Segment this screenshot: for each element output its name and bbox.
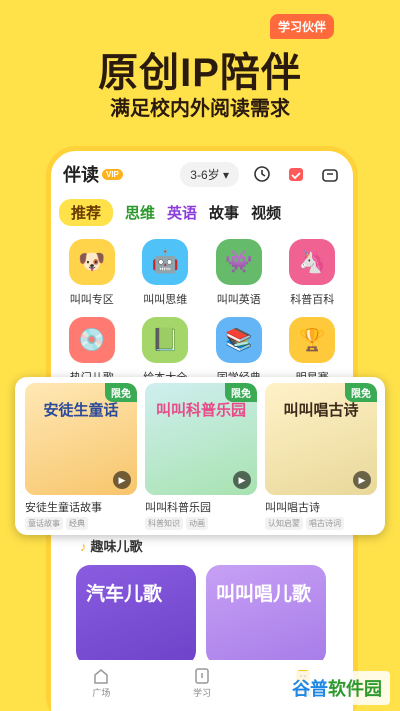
classic-books-icon: 📚 <box>215 317 262 363</box>
card-thumbnail: 安徒生童话 限免 ▶ <box>25 383 137 495</box>
home-icon <box>94 669 109 684</box>
robot-mascot-icon: 🤖 <box>142 239 189 285</box>
vip-badge: VIP <box>102 168 123 180</box>
nav-study[interactable]: 学习 <box>192 666 212 699</box>
app-header: 伴读 VIP 3-6岁 ▾ <box>51 151 353 197</box>
pink-creature-icon: 🦄 <box>289 239 336 285</box>
tag: 动画 <box>186 517 208 530</box>
tab-story[interactable]: 故事 <box>209 202 239 223</box>
grid-item-hot-songs[interactable]: 💿 热门儿歌 <box>55 317 129 385</box>
calendar-check-icon[interactable] <box>285 163 307 185</box>
banner-sing-songs[interactable]: 叫叫唱儿歌 <box>206 565 326 665</box>
music-disc-icon: 💿 <box>68 317 115 363</box>
featured-card-poems[interactable]: 叫叫唱古诗 限免 ▶ 叫叫唱古诗 认知启蒙 唱古诗词 <box>265 383 377 530</box>
free-badge: 限免 <box>345 383 377 402</box>
nav-square[interactable]: 广场 <box>91 666 111 699</box>
picture-book-icon: 📗 <box>142 317 189 363</box>
dog-mascot-icon: 🐶 <box>68 239 115 285</box>
tag: 认知启蒙 <box>265 517 303 530</box>
grid-item-classics[interactable]: 📚 国学经典 <box>202 317 276 385</box>
category-tabs: 推荐 思维 英语 故事 视频 <box>51 197 353 227</box>
tag: 童话故事 <box>25 517 63 530</box>
section-title: ♪ 趣味儿歌 <box>80 539 143 554</box>
tab-video[interactable]: 视频 <box>251 202 281 223</box>
tab-thinking[interactable]: 思维 <box>125 202 155 223</box>
music-note-icon: ♪ <box>80 539 87 554</box>
play-icon: ▶ <box>113 471 131 489</box>
free-badge: 限免 <box>225 383 257 402</box>
card-thumbnail: 叫叫唱古诗 限免 ▶ <box>265 383 377 495</box>
feature-grid: 🐶 叫叫专区 🤖 叫叫思维 👾 叫叫英语 🦄 科普百科 💿 热门儿歌 📗 绘本大… <box>51 227 353 385</box>
grid-item-picture-books[interactable]: 📗 绘本大全 <box>129 317 203 385</box>
promo-subline: 满足校内外阅读需求 <box>110 98 290 120</box>
featured-card-science-park[interactable]: 叫叫科普乐园 限免 ▶ 叫叫科普乐园 科普知识 动画 <box>145 383 257 530</box>
play-icon: ▶ <box>233 471 251 489</box>
play-icon: ▶ <box>353 471 371 489</box>
grid-item-star-contest[interactable]: 🏆 明星赛 <box>276 317 350 385</box>
tag: 唱古诗词 <box>306 517 344 530</box>
app-title: 伴读 <box>63 165 99 185</box>
monster-mascot-icon: 👾 <box>215 239 262 285</box>
tab-recommend[interactable]: 推荐 <box>59 198 114 226</box>
shop-bag-icon[interactable] <box>319 163 341 185</box>
study-icon <box>195 668 209 684</box>
age-selector[interactable]: 3-6岁 ▾ <box>180 161 239 187</box>
promo-headline: 原创IP陪伴 <box>98 51 302 95</box>
promo-badge: 学习伙伴 <box>269 14 334 39</box>
grid-item-jiaojiao-thinking[interactable]: 🤖 叫叫思维 <box>129 239 203 307</box>
featured-carousel: 安徒生童话 限免 ▶ 安徒生童话故事 童话故事 经典 叫叫科普乐园 限免 ▶ 叫… <box>15 377 385 535</box>
grid-item-jiaojiao-english[interactable]: 👾 叫叫英语 <box>202 239 276 307</box>
tag: 经典 <box>66 517 88 530</box>
banner-car-songs[interactable]: 汽车儿歌 <box>76 565 196 665</box>
free-badge: 限免 <box>105 383 137 402</box>
grid-item-jiaojiao-zone[interactable]: 🐶 叫叫专区 <box>55 239 129 307</box>
clock-icon[interactable] <box>251 163 273 185</box>
card-thumbnail: 叫叫科普乐园 限免 ▶ <box>145 383 257 495</box>
watermark: 谷普软件园 <box>284 671 390 705</box>
tag: 科普知识 <box>145 517 183 530</box>
grid-item-science[interactable]: 🦄 科普百科 <box>276 239 350 307</box>
featured-card-andersen[interactable]: 安徒生童话 限免 ▶ 安徒生童话故事 童话故事 经典 <box>25 383 137 530</box>
tab-english[interactable]: 英语 <box>167 202 197 223</box>
trophy-icon: 🏆 <box>289 317 336 363</box>
